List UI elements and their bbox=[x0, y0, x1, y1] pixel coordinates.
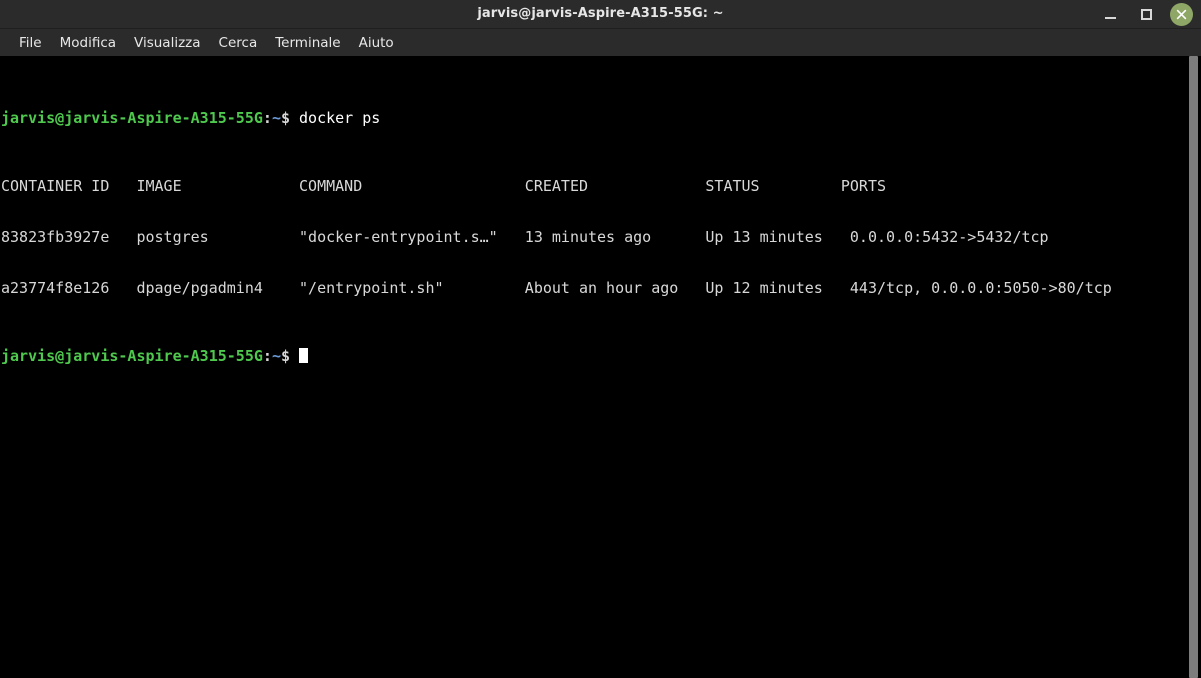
menu-item-file[interactable]: File bbox=[10, 32, 51, 54]
prompt-dollar: $ bbox=[280, 347, 300, 365]
prompt-colon: : bbox=[262, 347, 272, 365]
terminal-output[interactable]: jarvis@jarvis-Aspire-A315-55G:~$ docker … bbox=[0, 56, 1187, 678]
menu-item-modifica[interactable]: Modifica bbox=[51, 32, 125, 54]
text-cursor bbox=[299, 348, 309, 363]
command-line: jarvis@jarvis-Aspire-A315-55G:~$ docker … bbox=[1, 110, 1187, 127]
scrollbar-thumb[interactable] bbox=[1189, 56, 1198, 678]
minimize-button[interactable] bbox=[1098, 2, 1122, 26]
menu-item-terminale[interactable]: Terminale bbox=[266, 32, 349, 54]
prompt-user-host: jarvis@jarvis-Aspire-A315-55G bbox=[1, 347, 263, 365]
active-prompt-line: jarvis@jarvis-Aspire-A315-55G:~$ bbox=[1, 348, 1187, 365]
prompt-user-host: jarvis@jarvis-Aspire-A315-55G bbox=[1, 109, 263, 127]
typed-command: docker ps bbox=[299, 109, 381, 127]
terminal-scrollbar[interactable] bbox=[1189, 56, 1198, 678]
prompt-path: ~ bbox=[271, 347, 281, 365]
menu-item-aiuto[interactable]: Aiuto bbox=[350, 32, 403, 54]
window-controls bbox=[1098, 0, 1193, 28]
maximize-button[interactable] bbox=[1134, 2, 1158, 26]
table-row: 83823fb3927e postgres "docker-entrypoint… bbox=[1, 228, 1049, 246]
menu-bar: File Modifica Visualizza Cerca Terminale… bbox=[0, 29, 1201, 56]
maximize-icon bbox=[1140, 8, 1152, 20]
terminal-area[interactable]: jarvis@jarvis-Aspire-A315-55G:~$ docker … bbox=[0, 56, 1201, 678]
window-title: jarvis@jarvis-Aspire-A315-55G: ~ bbox=[477, 6, 724, 21]
minimize-icon bbox=[1104, 16, 1116, 19]
menu-item-visualizza[interactable]: Visualizza bbox=[125, 32, 210, 54]
table-header-row: CONTAINER ID IMAGE COMMAND CREATED STATU… bbox=[1, 177, 1201, 195]
prompt-dollar: $ bbox=[280, 109, 300, 127]
prompt-path: ~ bbox=[271, 109, 281, 127]
title-bar[interactable]: jarvis@jarvis-Aspire-A315-55G: ~ bbox=[0, 0, 1201, 29]
menu-item-cerca[interactable]: Cerca bbox=[210, 32, 267, 54]
prompt-colon: : bbox=[262, 109, 272, 127]
close-button[interactable] bbox=[1170, 2, 1193, 26]
table-row: a23774f8e126 dpage/pgadmin4 "/entrypoint… bbox=[1, 279, 1112, 297]
close-icon bbox=[1176, 9, 1187, 19]
terminal-window: jarvis@jarvis-Aspire-A315-55G: ~ File Mo… bbox=[0, 0, 1201, 678]
